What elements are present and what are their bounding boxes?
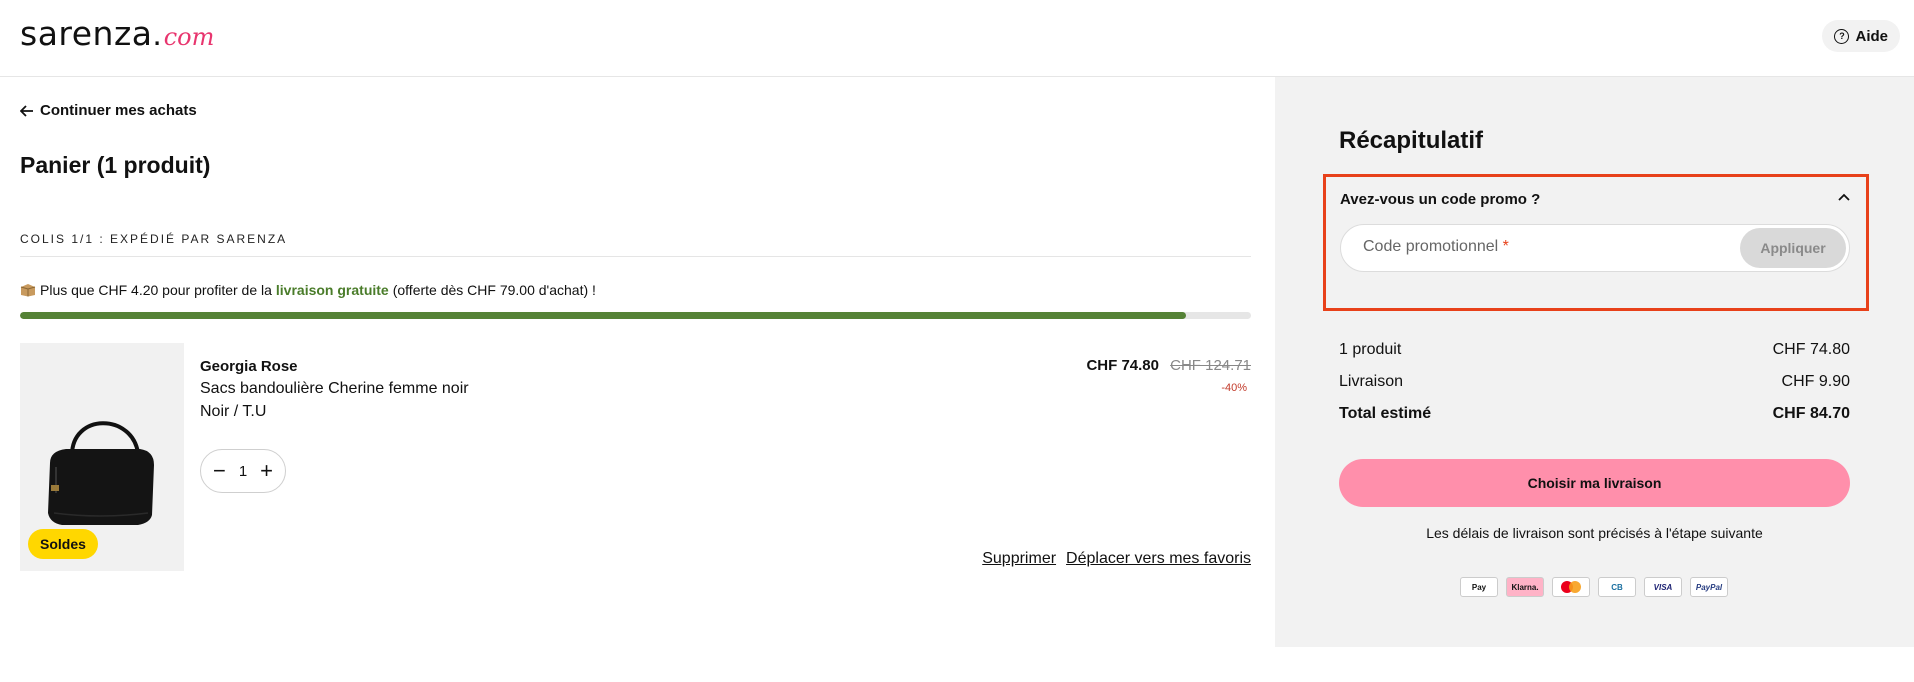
continue-shopping-link[interactable]: Continuer mes achats bbox=[20, 102, 197, 119]
help-icon: ? bbox=[1834, 28, 1850, 44]
summary-row-value: CHF 9.90 bbox=[1781, 373, 1850, 390]
product-brand[interactable]: Georgia Rose bbox=[200, 358, 298, 375]
required-marker: * bbox=[1502, 238, 1509, 255]
current-price: CHF 74.80 bbox=[1086, 357, 1159, 374]
summary-row-label: Livraison bbox=[1339, 373, 1404, 390]
increase-quantity-button[interactable]: + bbox=[260, 460, 273, 482]
arrow-left-icon bbox=[20, 104, 33, 117]
continue-shopping-label: Continuer mes achats bbox=[40, 102, 197, 119]
promo-placeholder: Code promotionnel bbox=[1363, 238, 1499, 255]
cart-title: Panier (1 produit) bbox=[20, 152, 211, 178]
help-label: Aide bbox=[1855, 27, 1888, 45]
free-shipping-progress-bar bbox=[20, 312, 1251, 319]
shipment-label: COLIS 1/1 : EXPÉDIÉ PAR SARENZA bbox=[20, 232, 288, 246]
help-button[interactable]: ? Aide bbox=[1822, 20, 1900, 52]
progress-fill bbox=[20, 312, 1186, 319]
payment-methods: Pay Klarna. CB VISA PayPal bbox=[1460, 577, 1728, 597]
choose-delivery-button[interactable]: Choisir ma livraison bbox=[1339, 459, 1850, 507]
product-name[interactable]: Sacs bandoulière Cherine femme noir bbox=[200, 380, 469, 398]
summary-row-label: Total estimé bbox=[1339, 405, 1432, 422]
free-shipping-message: Plus que CHF 4.20 pour profiter de la li… bbox=[20, 282, 596, 298]
package-icon bbox=[20, 284, 36, 297]
original-price: CHF 124.71 bbox=[1170, 357, 1251, 374]
logo-com: com bbox=[163, 23, 215, 51]
mastercard-icon bbox=[1552, 577, 1590, 597]
divider bbox=[20, 256, 1251, 257]
site-header: sarenza . com ? Aide bbox=[0, 0, 1914, 77]
summary-title: Récapitulatif bbox=[1339, 127, 1484, 154]
remove-item-link[interactable]: Supprimer bbox=[982, 550, 1056, 568]
promo-question[interactable]: Avez-vous un code promo ? bbox=[1340, 191, 1540, 208]
shipping-msg-pre: Plus que CHF 4.20 pour profiter de la bbox=[40, 282, 272, 298]
delivery-delay-note: Les délais de livraison sont précisés à … bbox=[1426, 525, 1763, 541]
product-image[interactable]: Soldes bbox=[20, 343, 184, 571]
sale-badge: Soldes bbox=[28, 529, 98, 559]
shipping-msg-post: (offerte dès CHF 79.00 d'achat) ! bbox=[392, 282, 596, 298]
decrease-quantity-button[interactable]: − bbox=[213, 460, 226, 482]
cb-icon: CB bbox=[1598, 577, 1636, 597]
promo-code-input[interactable]: Code promotionnel * bbox=[1363, 238, 1509, 256]
summary-row-total: Total estimé CHF 84.70 bbox=[1339, 405, 1850, 423]
promo-code-field[interactable]: Code promotionnel * Appliquer bbox=[1340, 224, 1850, 272]
summary-row-value: CHF 84.70 bbox=[1772, 405, 1850, 422]
klarna-icon: Klarna. bbox=[1506, 577, 1544, 597]
apple-pay-icon: Pay bbox=[1460, 577, 1498, 597]
summary-row-value: CHF 74.80 bbox=[1772, 341, 1850, 358]
summary-row-shipping: Livraison CHF 9.90 bbox=[1339, 373, 1850, 391]
summary-row-products: 1 produit CHF 74.80 bbox=[1339, 341, 1850, 359]
item-actions: Supprimer Déplacer vers mes favoris bbox=[982, 550, 1251, 568]
order-summary: Récapitulatif Avez-vous un code promo ? … bbox=[1275, 77, 1914, 647]
logo-dot: . bbox=[152, 15, 162, 52]
chevron-up-icon[interactable] bbox=[1838, 192, 1850, 204]
paypal-icon: PayPal bbox=[1690, 577, 1728, 597]
logo-wordmark: sarenza bbox=[20, 14, 153, 53]
move-to-favorites-link[interactable]: Déplacer vers mes favoris bbox=[1066, 550, 1251, 568]
discount-percentage: -40% bbox=[1221, 382, 1247, 394]
summary-row-label: 1 produit bbox=[1339, 341, 1402, 358]
apply-promo-button[interactable]: Appliquer bbox=[1740, 228, 1846, 268]
free-shipping-text: livraison gratuite bbox=[275, 282, 389, 298]
quantity-stepper: − 1 + bbox=[200, 449, 286, 493]
product-variant: Noir / T.U bbox=[200, 403, 267, 420]
visa-icon: VISA bbox=[1644, 577, 1682, 597]
promo-code-section: Avez-vous un code promo ? Code promotion… bbox=[1323, 174, 1869, 311]
quantity-value: 1 bbox=[238, 462, 248, 480]
sarenza-logo[interactable]: sarenza . com bbox=[20, 14, 214, 54]
